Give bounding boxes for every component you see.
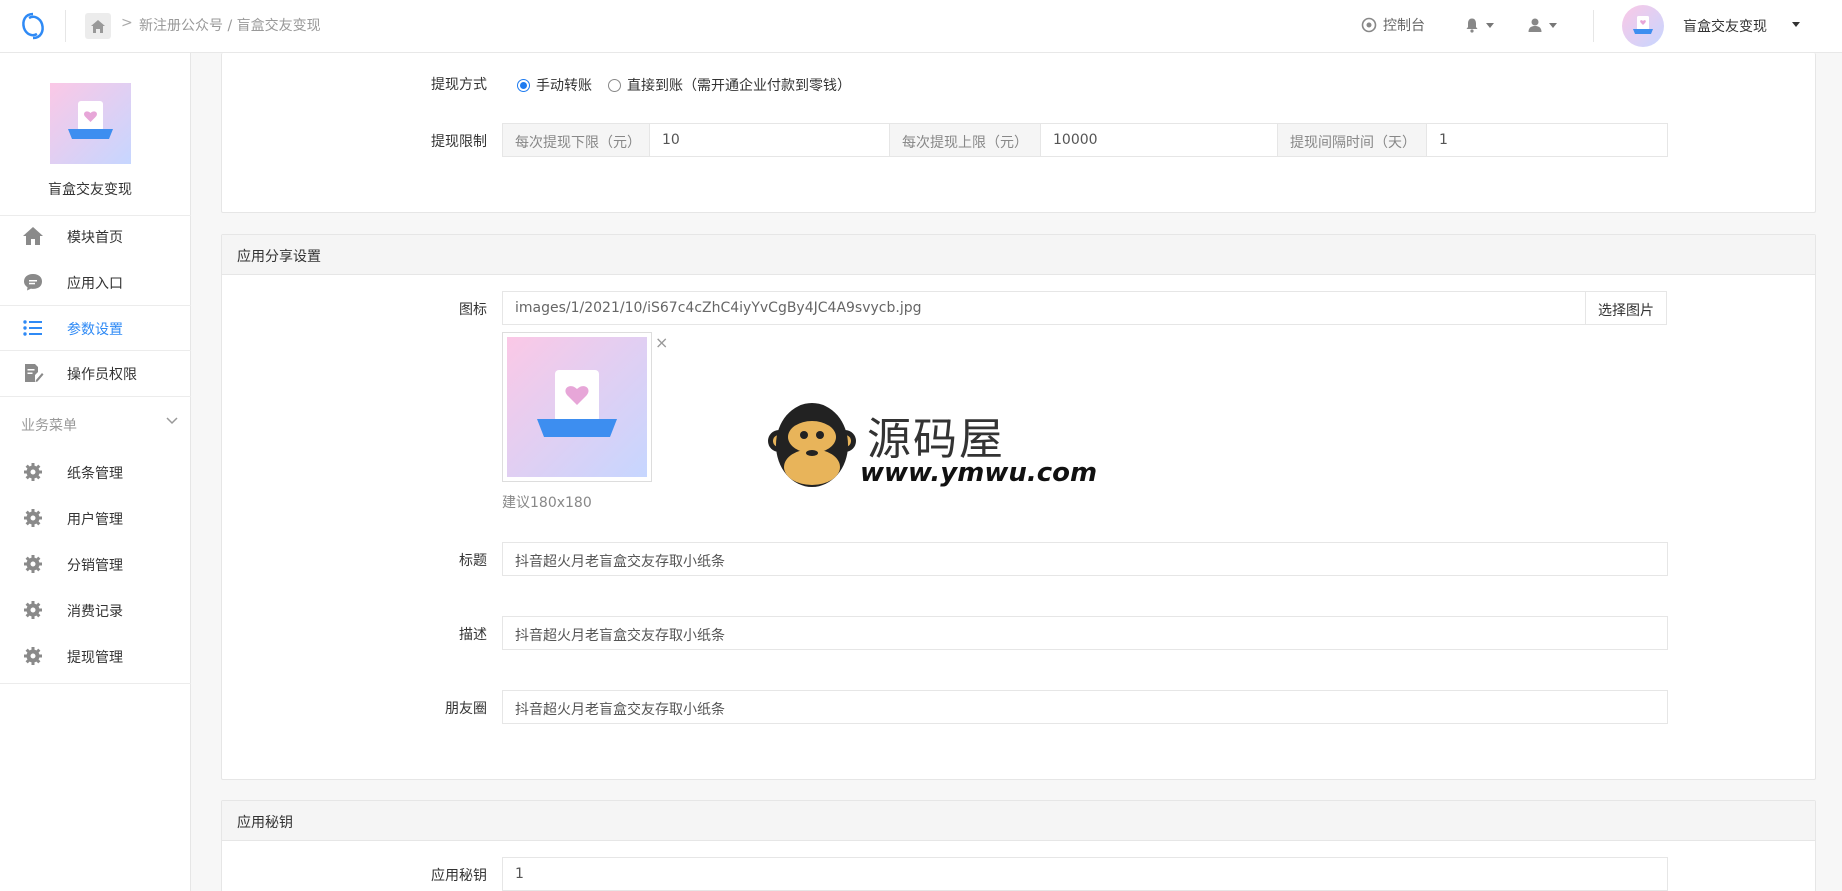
choose-image-button[interactable]: 选择图片 (1585, 291, 1667, 325)
sidebar: 盲盒交友变现 模块首页 应用入口 参数设置 操作员权限 业务菜单 纸条管理 用户… (0, 53, 191, 891)
sidebar-item-parameter-settings[interactable]: 参数设置 (0, 308, 191, 348)
monkey-logo-icon (768, 403, 856, 487)
sidebar-item-app-entry[interactable]: 应用入口 (0, 262, 191, 302)
breadcrumb-separator: > (121, 15, 133, 31)
icon-path-input[interactable]: images/1/2021/10/iS67c4cZhC4iyYvCgBy4JC4… (502, 291, 1586, 325)
edit-doc-icon (25, 364, 44, 382)
radio-label: 手动转账 (536, 78, 592, 94)
sidebar-item-user-management[interactable]: 用户管理 (0, 498, 191, 538)
radio-manual-transfer[interactable]: 手动转账 (517, 75, 592, 95)
app-secret-input[interactable]: 1 (502, 857, 1668, 891)
watermark-url: www.ymwu.com (860, 458, 1098, 488)
title-input[interactable]: 抖音超火月老盲盒交友存取小纸条 (502, 542, 1668, 576)
app-avatar (50, 83, 131, 164)
moments-label: 朋友圈 (445, 701, 487, 717)
console-label: 控制台 (1383, 18, 1425, 34)
radio-direct-payout[interactable]: 直接到账（需开通企业付款到零钱） (608, 75, 851, 95)
list-icon (23, 320, 42, 336)
divider (0, 305, 191, 306)
withdraw-limit-label: 提现限制 (431, 134, 487, 150)
account-avatar[interactable] (1622, 5, 1664, 47)
chevron-down-icon (1549, 22, 1557, 28)
chat-bubble-icon (24, 274, 42, 291)
gift-box-icon (537, 370, 617, 437)
app-name: 盲盒交友变现 (48, 182, 132, 198)
panel-title: 应用秘钥 (222, 801, 1815, 841)
divider (1593, 10, 1594, 42)
icon-label: 图标 (459, 302, 487, 318)
bell-icon (1466, 18, 1478, 33)
gear-icon (24, 463, 42, 481)
interval-addon: 提现间隔时间（天） (1277, 123, 1427, 157)
chevron-down-icon[interactable] (1792, 22, 1800, 27)
sidebar-item-module-home[interactable]: 模块首页 (0, 216, 191, 256)
gear-icon (24, 601, 42, 619)
chevron-down-icon[interactable] (166, 417, 178, 425)
divider (65, 10, 66, 42)
user-icon (1528, 18, 1542, 32)
home-icon (91, 19, 105, 33)
sidebar-item-operator-permissions[interactable]: 操作员权限 (0, 353, 191, 393)
withdraw-method-label: 提现方式 (431, 77, 487, 93)
sidebar-item-label: 提现管理 (67, 650, 123, 666)
divider (0, 396, 191, 397)
app-secret-label: 应用秘钥 (431, 868, 487, 884)
share-settings-panel: 应用分享设置 图标 images/1/2021/10/iS67c4cZhC4iy… (221, 234, 1816, 780)
close-icon[interactable]: × (655, 333, 668, 352)
sidebar-item-label: 分销管理 (67, 558, 123, 574)
description-input[interactable]: 抖音超火月老盲盒交友存取小纸条 (502, 616, 1668, 650)
icon-thumbnail[interactable] (502, 332, 652, 482)
dashboard-icon (1361, 17, 1377, 33)
radio-label: 直接到账（需开通企业付款到零钱） (627, 78, 851, 94)
radio-dot[interactable] (608, 78, 621, 92)
user-dropdown[interactable] (1527, 17, 1557, 33)
max-limit-input[interactable]: 10000 (1040, 123, 1300, 157)
notifications-dropdown[interactable] (1464, 17, 1494, 33)
sidebar-item-consumption-records[interactable]: 消费记录 (0, 590, 191, 630)
gift-box-icon (68, 101, 113, 139)
sidebar-item-label: 用户管理 (67, 512, 123, 528)
withdraw-settings-panel: 提现方式 手动转账 直接到账（需开通企业付款到零钱） 提现限制 每次提现下限（元… (221, 53, 1816, 213)
breadcrumb[interactable]: 新注册公众号 / 盲盒交友变现 (139, 15, 321, 35)
sidebar-item-label: 消费记录 (67, 604, 123, 620)
business-menu-title[interactable]: 业务菜单 (21, 415, 77, 435)
sidebar-item-label: 操作员权限 (67, 367, 137, 383)
app-secret-panel: 应用秘钥 应用秘钥 1 (221, 800, 1816, 891)
sidebar-item-label: 纸条管理 (67, 466, 123, 482)
min-limit-addon: 每次提现下限（元） (502, 123, 650, 157)
console-link[interactable]: 控制台 (1361, 15, 1425, 35)
sidebar-item-label: 应用入口 (67, 276, 123, 292)
max-limit-addon: 每次提现上限（元） (889, 123, 1041, 157)
min-limit-input[interactable]: 10 (649, 123, 911, 157)
divider (0, 683, 191, 684)
divider (0, 350, 191, 351)
gear-icon (24, 555, 42, 573)
moments-input[interactable]: 抖音超火月老盲盒交友存取小纸条 (502, 690, 1668, 724)
sidebar-item-label: 参数设置 (67, 322, 123, 338)
description-label: 描述 (459, 627, 487, 643)
interval-input[interactable]: 1 (1426, 123, 1668, 157)
app-logo-icon[interactable] (20, 12, 46, 40)
panel-title: 应用分享设置 (222, 235, 1815, 275)
gear-icon (24, 647, 42, 665)
sidebar-item-notes-management[interactable]: 纸条管理 (0, 452, 191, 492)
title-label: 标题 (459, 553, 487, 569)
chevron-down-icon (1486, 22, 1494, 28)
size-hint: 建议180x180 (502, 495, 592, 511)
sidebar-item-distribution-management[interactable]: 分销管理 (0, 544, 191, 584)
gift-box-icon (1633, 16, 1653, 34)
sidebar-item-label: 模块首页 (67, 230, 123, 246)
sidebar-item-withdrawal-management[interactable]: 提现管理 (0, 636, 191, 676)
gear-icon (24, 509, 42, 527)
home-icon (23, 227, 43, 245)
home-button[interactable] (85, 13, 111, 39)
top-bar: > 新注册公众号 / 盲盒交友变现 控制台 盲盒交友变现 (0, 0, 1842, 53)
radio-dot[interactable] (517, 78, 530, 92)
account-name[interactable]: 盲盒交友变现 (1683, 16, 1767, 36)
